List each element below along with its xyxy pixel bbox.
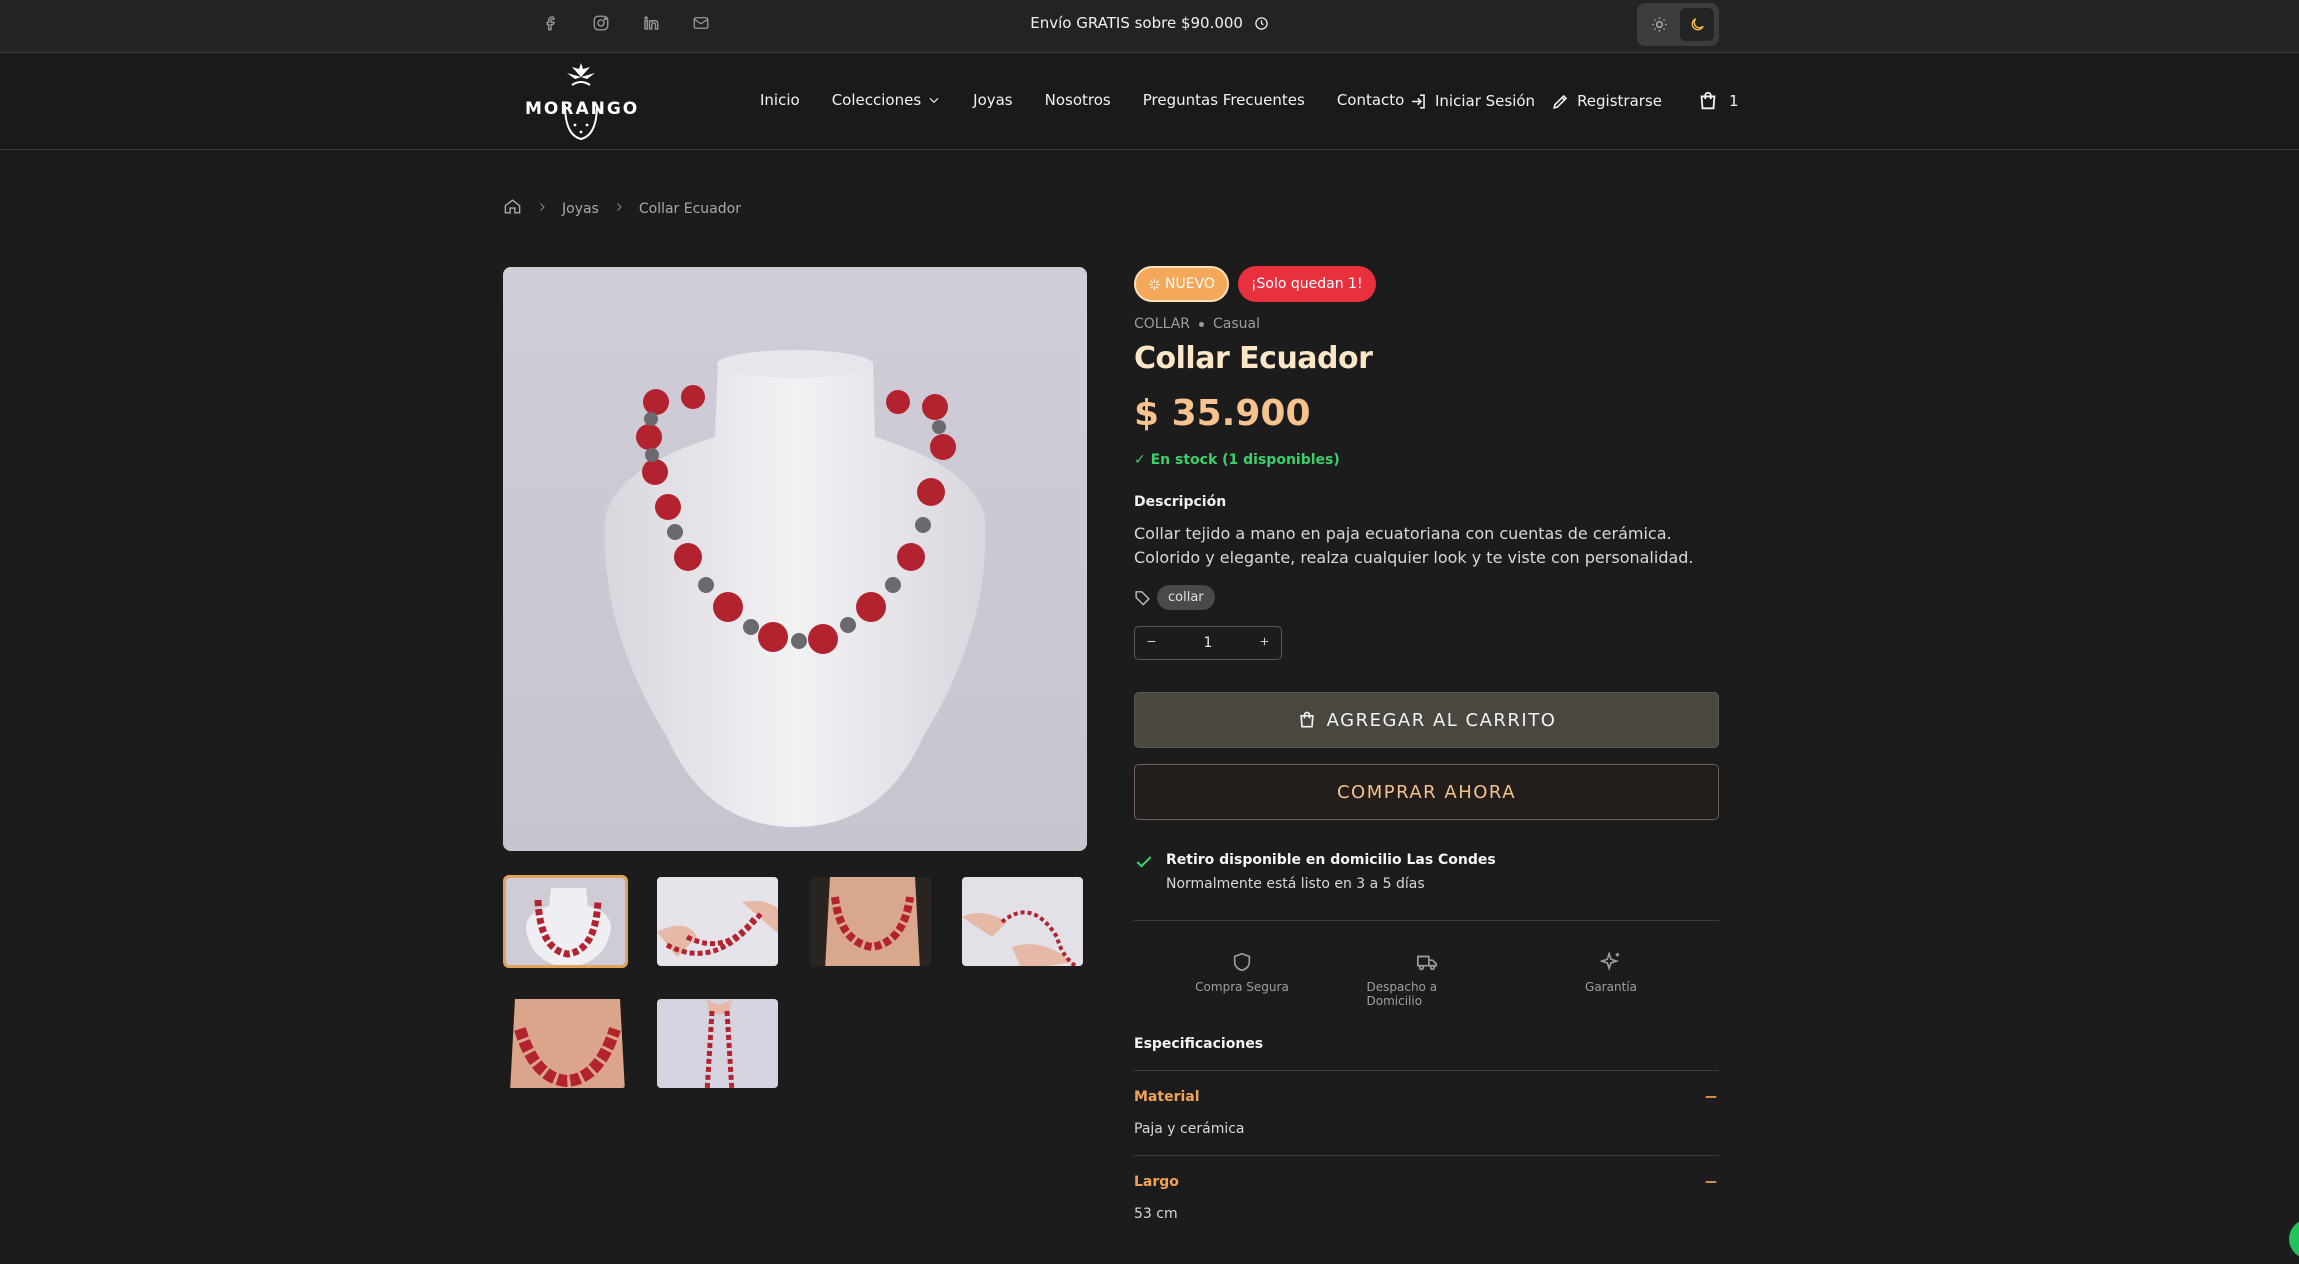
main-header: MORANGO Inicio Colecciones Joyas Nosotro… xyxy=(0,54,2299,150)
chevron-down-icon xyxy=(929,97,939,104)
spec-largo-toggle[interactable]: Largo xyxy=(1134,1174,1719,1190)
increment-button[interactable] xyxy=(1258,635,1271,652)
feature-secure-label: Compra Segura xyxy=(1195,980,1289,994)
moon-icon[interactable] xyxy=(1680,8,1714,41)
register-label: Registrarse xyxy=(1577,92,1662,110)
tag-chip[interactable]: collar xyxy=(1157,585,1215,610)
main-nav: Inicio Colecciones Joyas Nosotros Pregun… xyxy=(760,91,1436,109)
login-link[interactable]: Iniciar Sesión xyxy=(1409,92,1535,111)
nav-nosotros[interactable]: Nosotros xyxy=(1045,91,1111,109)
shopping-bag-icon xyxy=(1299,711,1314,728)
feature-delivery: Despacho a Domicilio xyxy=(1367,951,1487,1008)
product-description: Collar tejido a mano en paja ecuatoriana… xyxy=(1134,524,1694,567)
buy-now-button[interactable]: COMPRAR AHORA xyxy=(1134,764,1719,820)
theme-toggle xyxy=(1637,3,1719,46)
decrement-button[interactable] xyxy=(1145,635,1158,652)
sparkle-icon xyxy=(1149,278,1160,290)
minus-icon xyxy=(1705,1096,1717,1098)
thumbnail-1[interactable] xyxy=(503,875,628,968)
spec-material-toggle[interactable]: Material xyxy=(1134,1089,1719,1105)
quantity-stepper: 1 xyxy=(1134,626,1282,660)
login-label: Iniciar Sesión xyxy=(1435,92,1536,110)
thumbnail-3[interactable] xyxy=(808,875,933,968)
product-title: Collar Ecuador xyxy=(1134,341,1373,376)
shield-icon xyxy=(1233,952,1251,972)
truck-icon xyxy=(1416,955,1437,971)
product-style: Casual xyxy=(1213,316,1261,332)
tag-list: collar xyxy=(1134,585,1719,610)
meta-separator xyxy=(1199,321,1205,327)
product-category: COLLAR xyxy=(1134,316,1191,332)
new-badge-label: NUEVO xyxy=(1165,276,1215,292)
feature-warranty-label: Garantía xyxy=(1585,980,1637,994)
chevron-right-icon xyxy=(613,201,625,217)
account-area: Iniciar Sesión Registrarse 1 xyxy=(1409,90,1739,112)
quantity-value[interactable]: 1 xyxy=(1204,635,1213,651)
badges: NUEVO ¡Solo quedan 1! xyxy=(1134,266,1719,302)
low-stock-badge: ¡Solo quedan 1! xyxy=(1237,266,1376,302)
login-icon xyxy=(1412,93,1425,109)
add-to-cart-label: AGREGAR AL CARRITO xyxy=(1326,709,1557,731)
stock-status: ✓ En stock (1 disponibles) xyxy=(1134,452,1340,468)
buy-now-label: COMPRAR AHORA xyxy=(1336,781,1517,803)
minus-icon xyxy=(1705,1181,1717,1183)
nav-colecciones-label: Colecciones xyxy=(831,91,922,109)
description-label: Descripción xyxy=(1134,494,1227,510)
spec-largo-name: Largo xyxy=(1134,1174,1179,1190)
pickup-title: Retiro disponible en domicilio Las Conde… xyxy=(1166,852,1496,868)
pickup-info: Retiro disponible en domicilio Las Conde… xyxy=(1134,852,1719,892)
spec-material-name: Material xyxy=(1134,1089,1200,1105)
clock-icon xyxy=(1254,16,1269,35)
specs-title: Especificaciones xyxy=(1134,1036,1264,1052)
breadcrumb: Joyas Collar Ecuador xyxy=(503,197,741,220)
feature-list: Compra Segura Despacho a Domicilio Garan… xyxy=(1134,951,1719,1008)
chevron-right-icon xyxy=(536,201,548,217)
product-price: $ 35.900 xyxy=(1134,393,1311,434)
feature-warranty: Garantía xyxy=(1551,951,1671,1008)
whatsapp-chat-button[interactable] xyxy=(2289,1219,2299,1259)
logo[interactable]: MORANGO xyxy=(525,63,637,141)
pencil-icon xyxy=(1553,94,1568,109)
check-icon xyxy=(1136,856,1152,868)
home-icon[interactable] xyxy=(503,197,522,220)
new-badge: NUEVO xyxy=(1134,266,1229,302)
add-to-cart-button[interactable]: AGREGAR AL CARRITO xyxy=(1134,692,1719,748)
divider xyxy=(1134,920,1719,921)
product-main-image[interactable] xyxy=(503,267,1087,851)
divider xyxy=(1134,1070,1719,1071)
top-bar: Envío GRATIS sobre $90.000 xyxy=(0,0,2299,53)
register-link[interactable]: Registrarse xyxy=(1551,92,1662,111)
tag-icon xyxy=(1135,591,1150,606)
promo-text: Envío GRATIS sobre $90.000 xyxy=(1030,14,1243,32)
breadcrumb-current: Collar Ecuador xyxy=(638,200,741,217)
feature-delivery-label: Despacho a Domicilio xyxy=(1366,980,1438,1008)
promo-banner: Envío GRATIS sobre $90.000 xyxy=(0,14,2299,35)
nav-contacto[interactable]: Contacto xyxy=(1337,91,1405,109)
feature-secure: Compra Segura xyxy=(1182,951,1302,1008)
product-meta: COLLAR Casual xyxy=(1134,316,1719,332)
thumbnail-2[interactable] xyxy=(655,875,780,968)
divider xyxy=(1134,1155,1719,1156)
shopping-bag-icon xyxy=(1700,91,1716,110)
thumbnail-5[interactable] xyxy=(503,997,628,1090)
spec-largo-value: 53 cm xyxy=(1134,1206,1178,1222)
breadcrumb-joyas[interactable]: Joyas xyxy=(562,201,599,217)
product-info: NUEVO ¡Solo quedan 1! COLLAR Casual Coll… xyxy=(1134,266,1719,1222)
nav-preguntas-frecuentes[interactable]: Preguntas Frecuentes xyxy=(1143,91,1305,109)
thumbnail-6[interactable] xyxy=(655,997,780,1090)
thumbnail-4[interactable] xyxy=(960,875,1085,968)
cart-button[interactable]: 1 xyxy=(1697,90,1739,112)
nav-colecciones[interactable]: Colecciones xyxy=(832,91,941,109)
sun-icon[interactable] xyxy=(1642,8,1676,41)
cart-count: 1 xyxy=(1729,92,1739,110)
logo-text: MORANGO xyxy=(525,99,640,119)
sparkles-icon xyxy=(1600,951,1620,972)
nav-inicio[interactable]: Inicio xyxy=(760,91,800,109)
nav-joyas[interactable]: Joyas xyxy=(973,91,1013,109)
pickup-subtitle: Normalmente está listo en 3 a 5 días xyxy=(1166,876,1425,892)
spec-material-value: Paja y cerámica xyxy=(1134,1121,1245,1137)
